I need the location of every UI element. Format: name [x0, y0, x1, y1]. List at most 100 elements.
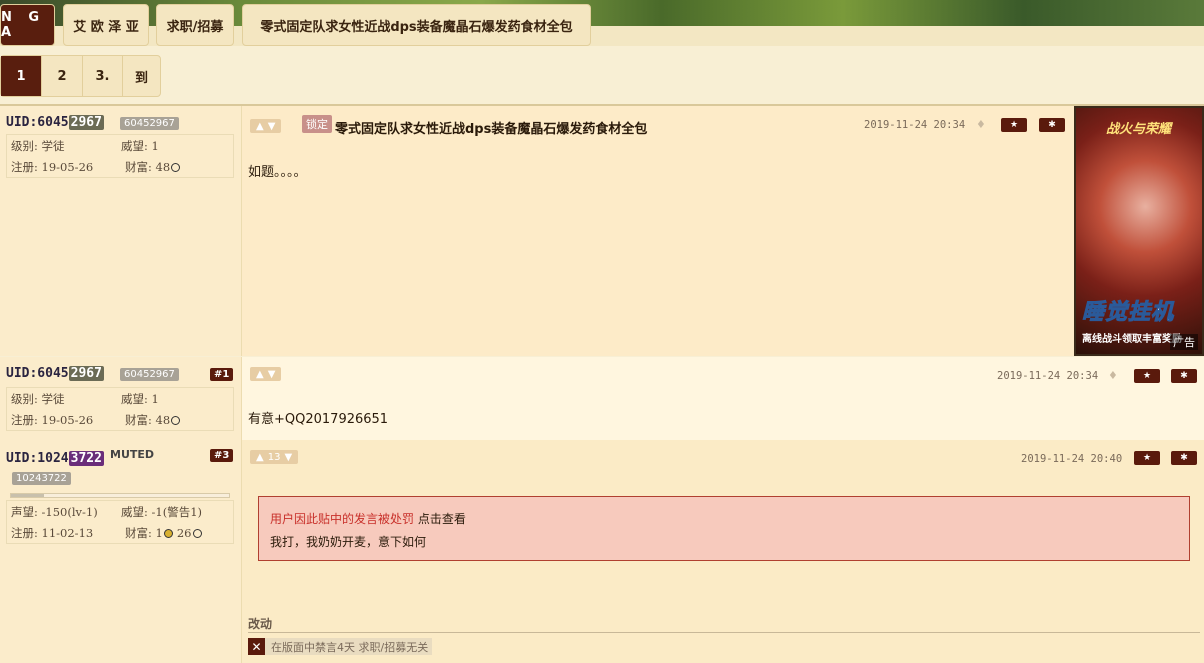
- thumbs-down-icon[interactable]: ▼: [284, 452, 292, 463]
- thumbs-up-icon[interactable]: ▲: [256, 369, 264, 380]
- post-body: ▲ 13 ▼ 2019-11-24 20:40 ★ ✱ 用户因此贴中的发言被处罚 点…: [242, 440, 1204, 663]
- page-1-button[interactable]: 1: [1, 56, 42, 96]
- reputation-bar-fill: [11, 494, 44, 497]
- ad-title: 战火与荣耀: [1106, 122, 1172, 137]
- uid-highlight: 2967: [68, 115, 104, 130]
- breadcrumb-thread-title[interactable]: 零式固定队求女性近战dps装备魔晶石爆发药食材全包: [242, 4, 591, 46]
- post-body: ▲ ▼ 锁定 零式固定队求女性近战dps装备魔晶石爆发药食材全包 2019-11-…: [242, 106, 1204, 356]
- user-prestige: 威望: -1(警告1): [121, 504, 203, 519]
- post-author-panel: UID:1024 3722 MUTED #3 10243722 声望: -150(…: [0, 440, 242, 663]
- uid-highlight: 3722: [68, 451, 104, 466]
- thumbs-down-icon[interactable]: ▼: [268, 121, 276, 132]
- pagination: 1 2 3. 到: [0, 55, 161, 97]
- user-id[interactable]: UID:6045 2967: [6, 366, 104, 381]
- breadcrumb-board-recruit[interactable]: 求职/招募: [156, 4, 234, 46]
- ad-headline: 睡觉挂机: [1081, 300, 1175, 326]
- post-content: 我打，我奶奶开麦，意下如何: [270, 535, 427, 549]
- star-icon[interactable]: ★: [1001, 118, 1027, 132]
- post-time: 2019-11-24 20:40: [1021, 453, 1123, 465]
- edit-log-entry: ✕ 在版面中禁言4天 求职/招募无关: [248, 638, 433, 655]
- penalty-text: 用户因此贴中的发言被处罚: [270, 512, 415, 526]
- gear-icon[interactable]: ✱: [1171, 369, 1197, 383]
- post-row: UID:6045 2967 60452967 #1 级别: 学徒 威望: 1 注册:…: [0, 357, 1204, 440]
- post-content: 有意+QQ2017926651: [248, 412, 389, 427]
- page-3-button[interactable]: 3.: [83, 56, 123, 96]
- breadcrumb-label: N G A: [1, 10, 46, 40]
- post-body: ▲ ▼ 2019-11-24 20:34 ♦ ★ ✱ 有意+QQ201792665…: [242, 357, 1204, 440]
- breadcrumb-label: 求职/招募: [166, 19, 224, 35]
- user-info-box: 声望: -150(lv-1) 威望: -1(警告1) 注册: 11-02-13 财富…: [6, 500, 234, 544]
- user-level: 级别: 学徒: [11, 391, 65, 406]
- post-author-panel: UID:6045 2967 60452967 #1 级别: 学徒 威望: 1 注册:…: [0, 357, 242, 440]
- uid-prefix: UID:6045: [6, 115, 69, 130]
- edit-log-text: 在版面中禁言4天 求职/招募无关: [271, 640, 429, 654]
- uid-tag: 10243722: [12, 472, 71, 485]
- user-prestige: 威望: 1: [121, 138, 159, 153]
- gold-coin-icon: [163, 529, 173, 538]
- android-icon: ♦: [976, 118, 986, 131]
- ad-banner[interactable]: 战火与荣耀 睡觉挂机 离线战斗领取丰富奖励 广告: [1074, 106, 1204, 356]
- post-author-panel: UID:6045 2967 60452967 级别: 学徒 威望: 1 注册: 19…: [0, 106, 242, 356]
- android-icon: ♦: [1108, 369, 1118, 382]
- post-row: UID:1024 3722 MUTED #3 10243722 声望: -150(…: [0, 440, 1204, 663]
- user-id[interactable]: UID:1024 3722: [6, 451, 104, 466]
- wealth-value-2: 26: [176, 525, 192, 540]
- ad-label: 广告: [1170, 334, 1198, 350]
- thumbs-down-icon[interactable]: ▼: [268, 369, 276, 380]
- uid-prefix: UID:1024: [6, 451, 69, 466]
- locked-badge: 锁定: [302, 115, 332, 133]
- star-icon[interactable]: ★: [1134, 369, 1160, 383]
- user-prestige: 威望: 1: [121, 391, 159, 406]
- page-2-button[interactable]: 2: [42, 56, 83, 96]
- user-wealth: 财富: 48: [117, 412, 181, 428]
- reputation-bar: [10, 493, 230, 498]
- user-registered: 注册: 19-05-26: [11, 159, 94, 174]
- post-time: 2019-11-24 20:34: [864, 119, 966, 131]
- thumbs-up-icon[interactable]: ▲: [256, 452, 264, 463]
- post-content: 如题。。。。: [248, 165, 307, 180]
- wealth-value: 财富: 48: [125, 412, 171, 427]
- penalty-line: 用户因此贴中的发言被处罚 点击查看: [270, 510, 466, 527]
- floor-number[interactable]: #1: [210, 368, 234, 381]
- breadcrumb-label: 零式固定队求女性近战dps装备魔晶石爆发药食材全包: [260, 19, 573, 35]
- user-wealth: 财富: 1 26: [117, 525, 202, 541]
- user-registered: 注册: 11-02-13: [11, 525, 94, 540]
- goto-page-button[interactable]: 到: [123, 56, 160, 96]
- edit-log-title: 改动: [248, 617, 273, 631]
- thumbs-up-icon[interactable]: ▲: [256, 121, 264, 132]
- user-registered: 注册: 19-05-26: [11, 412, 94, 427]
- uid-prefix: UID:6045: [6, 366, 69, 381]
- penalty-view-link[interactable]: 点击查看: [418, 512, 466, 526]
- uid-highlight: 2967: [68, 366, 104, 381]
- post-time: 2019-11-24 20:34: [997, 370, 1099, 382]
- wealth-value: 财富: 48: [125, 159, 171, 174]
- breadcrumb-forum-eorzea[interactable]: 艾 欧 泽 亚: [63, 4, 149, 46]
- uid-tag: 60452967: [120, 368, 179, 381]
- user-info-box: 级别: 学徒 威望: 1 注册: 19-05-26 财富: 48: [6, 387, 234, 431]
- uid-tag: 60452967: [120, 117, 179, 130]
- gear-icon[interactable]: ✱: [1171, 451, 1197, 465]
- coin-icon: [171, 163, 181, 172]
- breadcrumb-home-nga[interactable]: N G A: [0, 4, 55, 46]
- vote-buttons[interactable]: ▲ ▼: [250, 119, 282, 133]
- vote-buttons[interactable]: ▲ ▼: [250, 367, 282, 381]
- user-id[interactable]: UID:6045 2967: [6, 115, 104, 130]
- vote-buttons[interactable]: ▲ 13 ▼: [250, 450, 299, 464]
- ad-subtext: 离线战斗领取丰富奖励: [1082, 334, 1182, 345]
- floor-number[interactable]: #3: [210, 449, 234, 462]
- gear-icon[interactable]: ✱: [1039, 118, 1065, 132]
- post-title: 零式固定队求女性近战dps装备魔晶石爆发药食材全包: [335, 122, 648, 137]
- vote-count: 13: [267, 451, 281, 463]
- user-info-box: 级别: 学徒 威望: 1 注册: 19-05-26 财富: 48: [6, 134, 234, 178]
- star-icon[interactable]: ★: [1134, 451, 1160, 465]
- coin-icon: [192, 529, 202, 538]
- post-row: UID:6045 2967 60452967 级别: 学徒 威望: 1 注册: 19…: [0, 106, 1204, 356]
- close-icon[interactable]: ✕: [248, 638, 265, 655]
- user-wealth: 财富: 48: [117, 159, 181, 175]
- coin-icon: [171, 416, 181, 425]
- breadcrumb-label: 艾 欧 泽 亚: [73, 19, 139, 35]
- user-level: 级别: 学徒: [11, 138, 65, 153]
- muted-badge: MUTED: [110, 448, 155, 461]
- wealth-value: 财富: 1: [125, 525, 163, 540]
- user-reputation: 声望: -150(lv-1): [11, 504, 98, 519]
